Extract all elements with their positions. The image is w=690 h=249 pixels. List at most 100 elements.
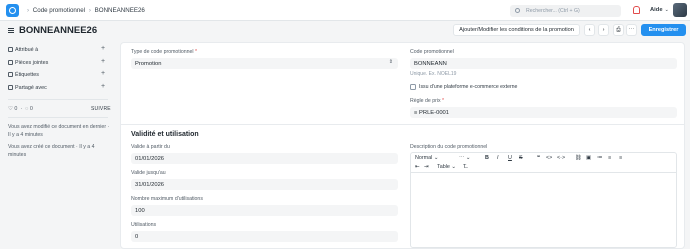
save-button[interactable]: Enregistrer — [641, 24, 686, 36]
format-select-value: Normal — [415, 155, 433, 161]
add-tag-button[interactable]: + — [101, 70, 105, 77]
chevron-down-icon: ⌄ — [664, 7, 669, 13]
sidebar-item-tags[interactable]: Étiquettes — [8, 72, 39, 78]
clear-format-icon[interactable]: T̶ — [463, 164, 466, 170]
external-platform-label: Issu d'une plateforme e-commerce externe — [419, 84, 518, 90]
section-title-validity: Validité et utilisation — [131, 131, 199, 138]
select-arrows-icon: ⇕ — [388, 59, 393, 65]
promo-type-select[interactable]: Promotion ⇕ — [131, 58, 398, 69]
code-block-button[interactable]: <·> — [557, 155, 565, 161]
bold-button[interactable]: B — [485, 155, 489, 161]
valid-from-value: 01/01/2026 — [135, 155, 165, 162]
search-placeholder: Rechercher... (Ctrl + G) — [526, 8, 580, 14]
max-uses-value: 100 — [135, 207, 145, 214]
chevron-down-icon: ⌄ — [465, 155, 471, 161]
tag-icon — [8, 72, 13, 77]
previous-document-button[interactable]: ‹ — [584, 24, 595, 36]
link-icon[interactable]: ⛓ — [575, 155, 582, 161]
sidebar-item-assigned[interactable]: Attribué à — [8, 47, 38, 53]
sidebar-divider — [8, 99, 108, 100]
more-actions-button[interactable]: ⋯ — [626, 24, 637, 36]
heart-icon[interactable]: ♡ — [8, 106, 13, 112]
notification-bell-icon[interactable] — [633, 6, 640, 14]
field-label-valid-from: Valide à partir du — [131, 144, 170, 150]
field-label-price-rule: Règle de prix * — [410, 98, 444, 104]
field-label-max-uses: Nombre maximum d'utilisations — [131, 196, 203, 202]
sidebar-item-label: Partagé avec — [15, 85, 47, 91]
edit-promotion-conditions-button[interactable]: Ajouter/Modifier les conditions de la pr… — [453, 24, 580, 36]
next-document-button[interactable]: › — [598, 24, 609, 36]
chevron-down-icon: ⌄ — [451, 164, 456, 170]
max-uses-field[interactable]: 100 — [131, 205, 398, 216]
external-platform-checkbox[interactable] — [410, 84, 416, 90]
breadcrumb: › Code promotionnel › BONNEANNEE26 — [25, 7, 145, 14]
search-icon — [515, 8, 520, 13]
form-card: Type de code promotionnel * Promotion ⇕ … — [120, 42, 685, 249]
likes-count: 0 — [14, 106, 18, 112]
promo-code-field[interactable]: BONNEANN — [410, 58, 677, 69]
field-label-code: Code promotionnel — [410, 49, 454, 55]
image-icon[interactable]: ▣ — [586, 155, 591, 161]
align-icon[interactable]: ≡ — [619, 155, 622, 161]
save-label: Enregistrer — [648, 27, 679, 33]
required-marker: * — [442, 98, 445, 104]
sidebar-item-label: Étiquettes — [15, 72, 39, 78]
price-rule-link-field[interactable]: ≡ PRLE-0001 — [410, 107, 677, 118]
italic-button[interactable]: I — [497, 155, 499, 161]
underline-button[interactable]: U — [508, 155, 512, 161]
add-attachment-button[interactable]: + — [101, 58, 105, 65]
sidebar-item-shared[interactable]: Partagé avec — [8, 85, 47, 91]
search-input[interactable]: Rechercher... (Ctrl + G) — [510, 5, 621, 17]
table-dropdown[interactable]: Table ⌄ — [437, 164, 456, 170]
top-navbar: › Code promotionnel › BONNEANNEE26 Reche… — [0, 0, 690, 21]
follow-button[interactable]: SUIVRE — [91, 106, 111, 112]
last-modified-text: Vous avez modifié ce document en dernier… — [8, 124, 110, 138]
user-icon — [8, 47, 13, 52]
used-count-value: 0 — [135, 233, 139, 240]
page-title: BONNEANNEE26 — [19, 25, 98, 36]
promo-code-value: BONNEANN — [414, 60, 447, 67]
print-button[interactable]: ⎙ — [613, 24, 624, 36]
share-icon — [8, 85, 13, 90]
valid-from-date-field[interactable]: 01/01/2026 — [131, 153, 398, 164]
sidebar-counts: ♡ 0 · ◌ 0 — [8, 106, 33, 112]
valid-to-value: 31/01/2026 — [135, 181, 165, 188]
help-dropdown[interactable]: Aide ⌄ — [650, 7, 669, 13]
table-label: Table — [437, 164, 450, 170]
required-marker: * — [195, 49, 198, 55]
list-ordered-icon[interactable]: ≔ — [597, 155, 602, 161]
editor-toolbar: Normal ⌄ ⋯ ⌄ B I U S ❝ <> <·> ⛓ ▣ ≔ ≡ ≡ … — [411, 153, 676, 173]
comment-icon[interactable]: ◌ — [25, 106, 28, 112]
blockquote-button[interactable]: ❝ — [537, 155, 540, 161]
description-editor[interactable]: Normal ⌄ ⋯ ⌄ B I U S ❝ <> <·> ⛓ ▣ ≔ ≡ ≡ … — [410, 152, 677, 248]
inline-code-button[interactable]: <> — [546, 155, 552, 161]
used-count-field: 0 — [131, 231, 398, 242]
strikethrough-button[interactable]: S — [519, 155, 523, 161]
add-share-button[interactable]: + — [101, 83, 105, 90]
indent-icon[interactable]: ⇤ — [415, 164, 420, 170]
sidebar-item-attachments[interactable]: Pièces jointes — [8, 60, 48, 66]
paperclip-icon — [8, 60, 13, 65]
comments-count: 0 — [29, 106, 33, 112]
breadcrumb-separator: › — [88, 7, 91, 14]
sidebar-toggle-icon[interactable] — [8, 28, 14, 33]
created-text: Vous avez créé ce document · Il y a 4 mi… — [8, 144, 95, 158]
valid-to-date-field[interactable]: 31/01/2026 — [131, 179, 398, 190]
outdent-icon[interactable]: ⇥ — [424, 164, 429, 170]
user-avatar[interactable] — [673, 3, 687, 17]
font-size-select[interactable]: ⋯ ⌄ — [459, 155, 470, 161]
add-assignee-button[interactable]: + — [101, 45, 105, 52]
format-select[interactable]: Normal ⌄ — [415, 155, 438, 161]
description-text-area[interactable] — [411, 174, 676, 247]
field-label-text: Type de code promotionnel — [131, 49, 194, 55]
field-label-description: Description du code promotionnel — [410, 144, 488, 150]
chevron-down-icon: ⌄ — [433, 155, 439, 161]
price-rule-value: PRLE-0001 — [419, 109, 449, 116]
help-label: Aide — [650, 7, 663, 13]
list-bullet-icon[interactable]: ≡ — [608, 155, 611, 161]
section-divider — [121, 124, 684, 125]
breadcrumb-separator: › — [27, 7, 30, 14]
breadcrumb-item-doctype[interactable]: Code promotionnel — [33, 7, 85, 14]
app-logo[interactable] — [6, 4, 19, 17]
breadcrumb-item-document[interactable]: BONNEANNEE26 — [95, 7, 145, 14]
